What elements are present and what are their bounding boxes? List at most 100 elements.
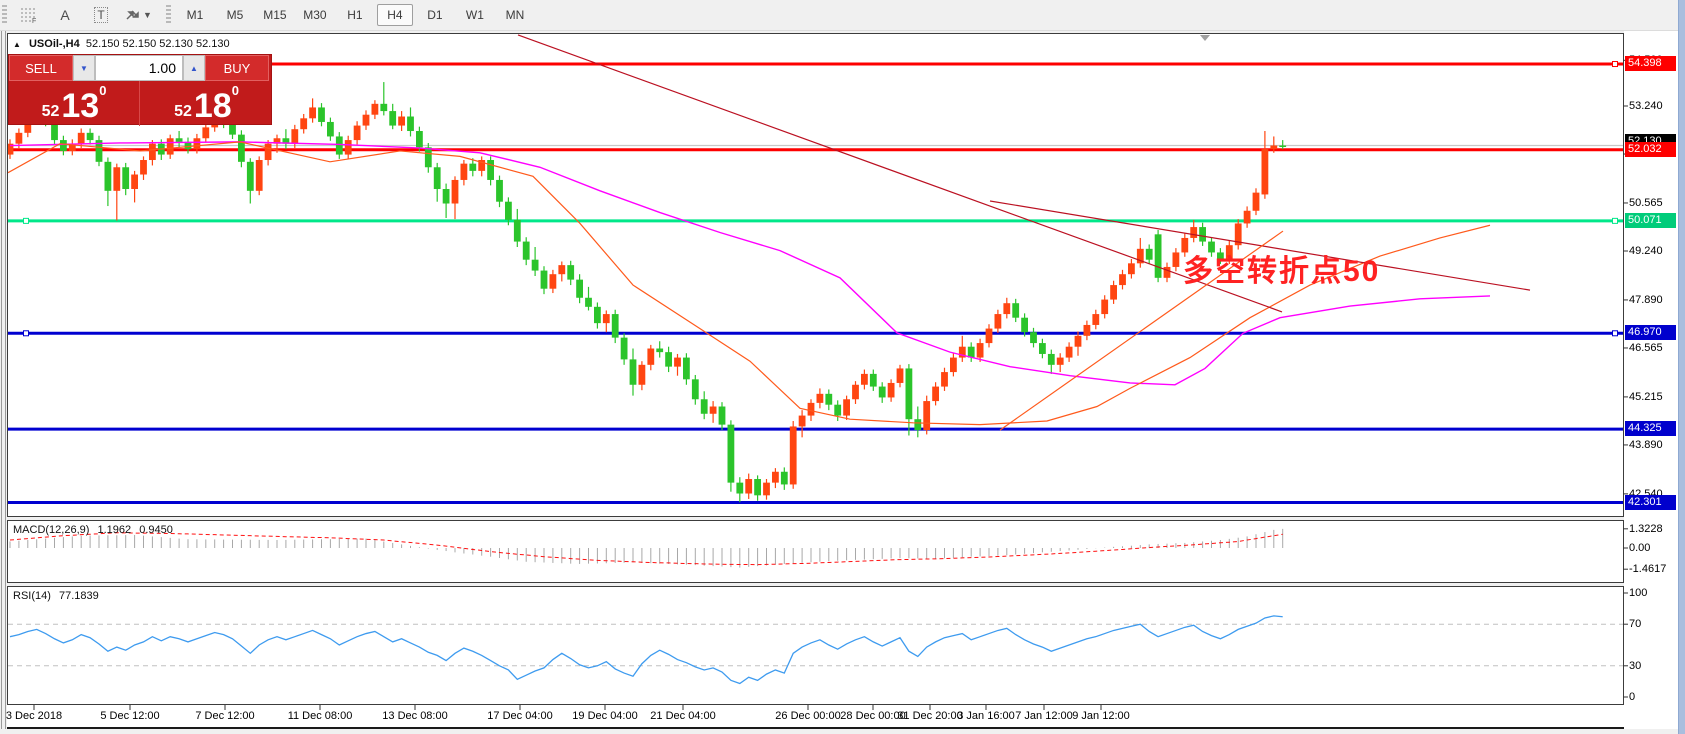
price-tick-label: 45.215	[1629, 390, 1677, 404]
toolbar-grip[interactable]	[2, 5, 7, 25]
date-label: 19 Dec 04:00	[572, 710, 637, 722]
candle-body	[407, 117, 414, 132]
candle-body	[1066, 347, 1073, 358]
candle-body	[790, 426, 797, 484]
price-tick-label: 46.565	[1629, 341, 1677, 355]
line-handle[interactable]	[1613, 218, 1618, 223]
candle-body	[1262, 149, 1269, 194]
candle-body	[1048, 354, 1055, 365]
line-handle[interactable]	[1613, 331, 1618, 336]
date-label: 26 Dec 00:00	[775, 710, 840, 722]
candle-body	[122, 167, 129, 189]
text-box-icon: T	[94, 7, 107, 23]
line-handle[interactable]	[1613, 62, 1618, 67]
candle-body	[202, 127, 209, 138]
candle-body	[567, 265, 574, 280]
candle-body	[345, 140, 352, 155]
candle-body	[879, 387, 886, 398]
candle-body	[425, 147, 432, 167]
macd-signal-line	[10, 533, 1283, 565]
timeframe-button-m30[interactable]: M30	[297, 4, 333, 26]
macd-plot-layer	[10, 529, 1283, 568]
arrow-objects-tool-button[interactable]: ▼	[121, 3, 156, 27]
line-handle[interactable]	[24, 218, 29, 223]
sell-button[interactable]: SELL	[9, 55, 73, 81]
candle-body	[105, 162, 112, 191]
date-label: 7 Dec 12:00	[195, 710, 254, 722]
candle-body	[621, 338, 628, 360]
macd-signal-value: 0.9450	[139, 524, 173, 536]
timeframe-button-h4[interactable]: H4	[377, 4, 413, 26]
timeframe-button-d1[interactable]: D1	[417, 4, 453, 26]
rsi-tick-label: 70	[1629, 617, 1677, 631]
buy-button[interactable]: BUY	[205, 55, 269, 81]
fibonacci-tool-button[interactable]: F	[13, 3, 45, 27]
candle-body	[941, 372, 948, 387]
line-handle[interactable]	[24, 331, 29, 336]
candle-body	[745, 479, 752, 494]
candle-body	[986, 329, 993, 344]
candle-body	[1039, 343, 1046, 354]
timeframe-button-m5[interactable]: M5	[217, 4, 253, 26]
candle-body	[808, 403, 815, 416]
candle-body	[1128, 263, 1135, 274]
buy-price-display[interactable]: 52 18 0	[141, 81, 272, 126]
candle-body	[113, 167, 120, 191]
candle-body	[149, 144, 156, 160]
rsi-tick-label: 100	[1629, 586, 1677, 600]
timeframe-button-h1[interactable]: H1	[337, 4, 373, 26]
candle-body	[995, 314, 1002, 329]
candle-body	[1164, 267, 1171, 278]
ohlc-readout: ▲ USOil-,H4 52.150 52.150 52.130 52.130	[13, 38, 230, 50]
candle-body	[238, 135, 245, 162]
candle-body	[950, 358, 957, 373]
candle-body	[763, 483, 770, 496]
quantity-decrease-button[interactable]: ▼	[73, 55, 95, 81]
sell-price-display[interactable]: 52 13 0	[9, 81, 140, 126]
price-tick-label: 49.240	[1629, 244, 1677, 258]
candle-body	[612, 314, 619, 338]
macd-indicator-label: MACD(12,26,9) 1.1962 0.9450	[13, 524, 178, 536]
chevron-down-icon: ▼	[143, 10, 152, 20]
candle-body	[852, 385, 859, 400]
text-label-tool-button[interactable]: A	[49, 3, 81, 27]
timeframe-button-m15[interactable]: M15	[257, 4, 293, 26]
triangle-up-icon: ▲	[13, 40, 21, 49]
symbol-timeframe: USOil-,H4	[29, 38, 80, 50]
text-box-tool-button[interactable]: T	[85, 3, 117, 27]
timeframe-button-w1[interactable]: W1	[457, 4, 493, 26]
rsi-line	[10, 616, 1283, 684]
candle-body	[87, 133, 94, 140]
date-label: 7 Jan 12:00	[1015, 710, 1073, 722]
quantity-input[interactable]	[95, 55, 183, 81]
timeframe-button-mn[interactable]: MN	[497, 4, 533, 26]
date-label: 13 Dec 08:00	[382, 710, 447, 722]
rsi-name: RSI(14)	[13, 590, 51, 602]
candle-body	[576, 280, 583, 298]
candle-body	[327, 122, 334, 137]
rsi-indicator-label: RSI(14) 77.1839	[13, 590, 104, 602]
candle-body	[692, 379, 699, 399]
candle-body	[594, 307, 601, 323]
candle-body	[416, 131, 423, 147]
candle-body	[336, 136, 343, 154]
buy-price-point: 0	[232, 83, 239, 98]
candle-body	[639, 365, 646, 385]
buy-price-major: 52	[174, 102, 192, 122]
date-label: 31 Dec 20:00	[897, 710, 962, 722]
price-line-label-50.071: 50.071	[1625, 213, 1676, 228]
price-line-label-46.970: 46.970	[1625, 325, 1676, 340]
rsi-tick-label: 30	[1629, 659, 1677, 673]
sell-price-pips: 13	[61, 90, 99, 122]
candle-body	[914, 419, 921, 430]
sell-price-major: 52	[42, 102, 60, 122]
quantity-increase-button[interactable]: ▲	[183, 55, 205, 81]
candle-body	[16, 133, 23, 144]
timeframe-button-m1[interactable]: M1	[177, 4, 213, 26]
date-label: 28 Dec 00:00	[840, 710, 905, 722]
chart-shift-marker[interactable]	[1200, 35, 1210, 41]
candle-body	[1021, 318, 1028, 333]
toolbar-grip-2[interactable]	[166, 5, 171, 25]
candle-body	[1101, 300, 1108, 315]
candle-body	[799, 416, 806, 427]
